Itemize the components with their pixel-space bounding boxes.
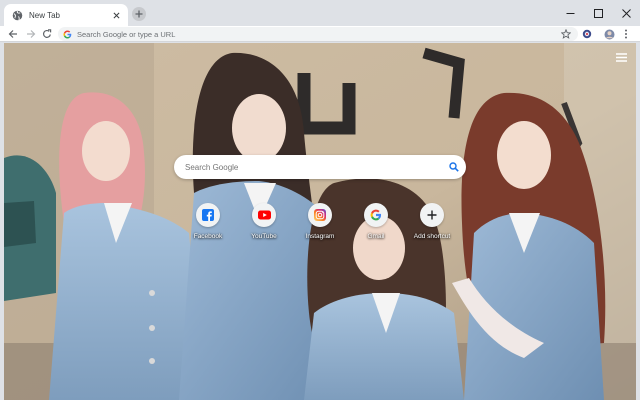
globe-icon bbox=[12, 10, 23, 20]
minimize-icon bbox=[566, 12, 574, 14]
maximize-icon bbox=[593, 8, 603, 18]
arrow-right-icon bbox=[27, 30, 36, 38]
shortcut-label: Gmail bbox=[367, 233, 385, 240]
tab-close-icon[interactable] bbox=[111, 10, 122, 21]
forward-button[interactable] bbox=[24, 27, 38, 41]
bookmark-star-button[interactable] bbox=[559, 27, 573, 41]
extension-icon bbox=[582, 29, 592, 39]
avatar-icon bbox=[604, 29, 614, 39]
search-input[interactable] bbox=[185, 159, 442, 175]
star-icon bbox=[561, 29, 571, 39]
google-icon bbox=[370, 209, 382, 221]
shortcut-icon-circle bbox=[420, 203, 444, 227]
shortcut-tiles: Facebook YouTube Instagram Gmail Add sho… bbox=[188, 203, 468, 251]
facebook-icon bbox=[202, 209, 214, 221]
new-tab-page: Facebook YouTube Instagram bbox=[4, 43, 636, 400]
reload-icon bbox=[42, 29, 52, 38]
tab-title: New Tab bbox=[29, 10, 60, 20]
shortcut-youtube[interactable]: YouTube bbox=[236, 203, 292, 251]
shortcut-instagram[interactable]: Instagram bbox=[292, 203, 348, 251]
shortcut-label: Facebook bbox=[193, 233, 223, 240]
search-button[interactable] bbox=[442, 155, 466, 179]
arrow-left-icon bbox=[8, 30, 17, 38]
search-icon bbox=[449, 162, 459, 172]
window-controls bbox=[556, 0, 640, 26]
shortcut-icon-circle bbox=[308, 203, 332, 227]
more-vert-icon bbox=[625, 29, 627, 39]
reload-button[interactable] bbox=[40, 27, 54, 41]
shortcut-icon-circle bbox=[364, 203, 388, 227]
shortcut-gmail[interactable]: Gmail bbox=[348, 203, 404, 251]
shortcut-add[interactable]: Add shortcut bbox=[404, 203, 460, 251]
close-icon bbox=[621, 8, 631, 18]
plus-icon bbox=[135, 10, 143, 18]
omnibox[interactable] bbox=[58, 27, 578, 41]
profile-avatar-button[interactable] bbox=[602, 27, 616, 41]
plus-icon bbox=[427, 210, 437, 220]
extension-button[interactable] bbox=[580, 27, 594, 41]
customize-menu-button[interactable] bbox=[614, 51, 628, 63]
tab-strip: New Tab bbox=[0, 0, 640, 26]
tab-new-tab[interactable]: New Tab bbox=[4, 4, 128, 26]
hamburger-menu-icon bbox=[615, 52, 627, 62]
back-button[interactable] bbox=[6, 27, 20, 41]
instagram-icon bbox=[314, 209, 326, 221]
shortcut-icon-circle bbox=[196, 203, 220, 227]
omnibox-input[interactable] bbox=[77, 28, 578, 40]
toolbar bbox=[0, 26, 640, 42]
new-tab-button[interactable] bbox=[132, 7, 146, 21]
close-window-button[interactable] bbox=[612, 0, 640, 26]
maximize-button[interactable] bbox=[584, 0, 612, 26]
google-icon bbox=[63, 29, 72, 39]
search-box[interactable] bbox=[174, 155, 466, 179]
shortcut-facebook[interactable]: Facebook bbox=[180, 203, 236, 251]
youtube-icon bbox=[257, 210, 271, 220]
shortcut-label: YouTube bbox=[251, 233, 277, 240]
chrome-menu-button[interactable] bbox=[619, 27, 633, 41]
shortcut-icon-circle bbox=[252, 203, 276, 227]
minimize-button[interactable] bbox=[556, 0, 584, 26]
shortcut-label: Instagram bbox=[305, 233, 335, 240]
shortcut-label: Add shortcut bbox=[413, 233, 451, 240]
